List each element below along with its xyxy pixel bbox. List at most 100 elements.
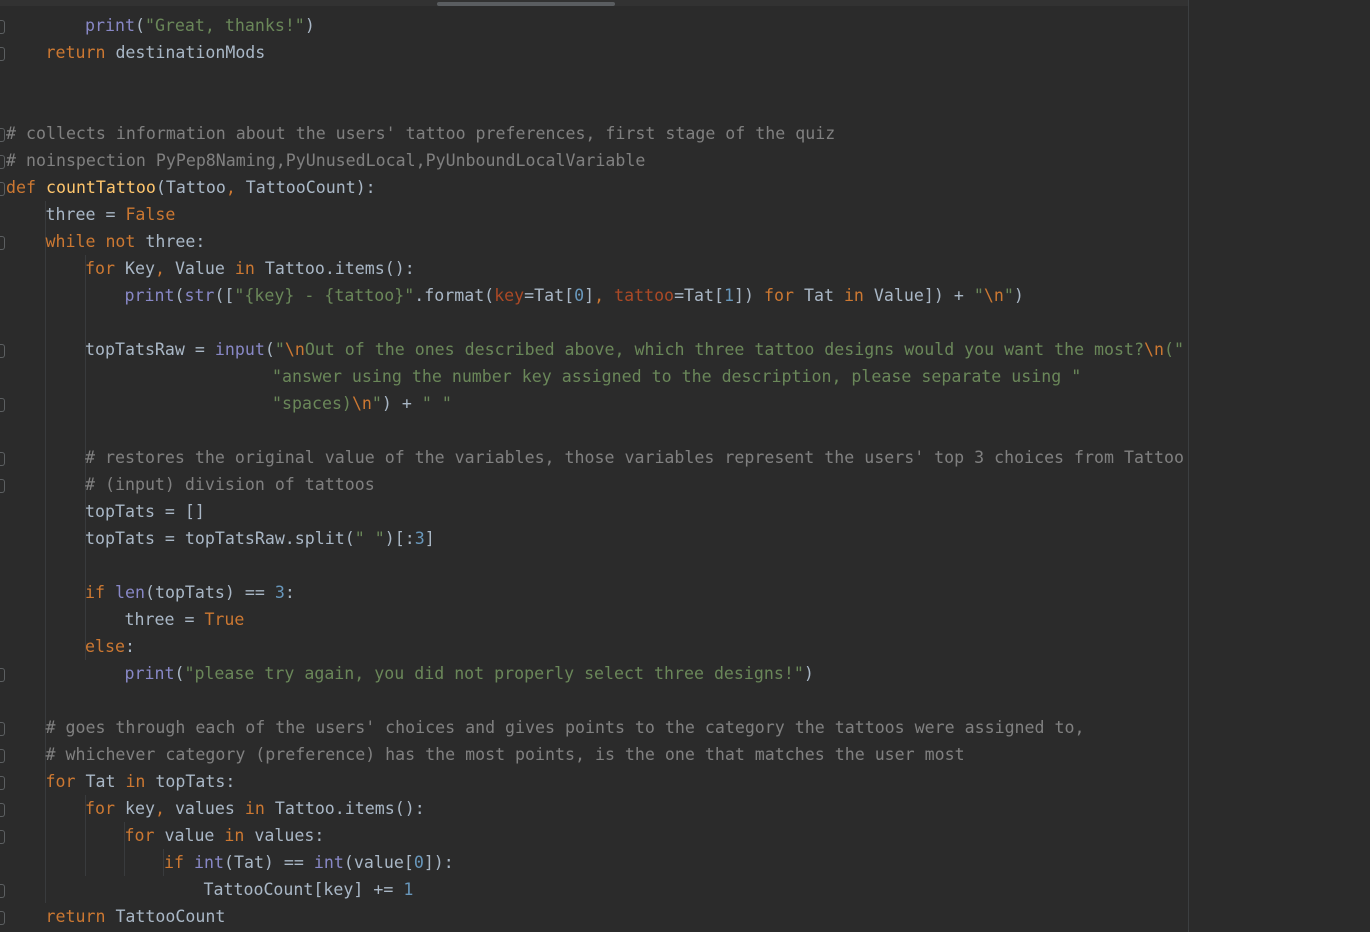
code-token: def (6, 178, 46, 197)
code-token: str (184, 286, 215, 305)
code-line[interactable]: # (input) division of tattoos (85, 471, 375, 498)
code-line[interactable]: "answer using the number key assigned to… (272, 363, 1081, 390)
code-token: topTats = [] (85, 502, 205, 521)
code-token: # goes through each of the users' choice… (45, 718, 1085, 737)
code-token: \n (983, 286, 1004, 305)
code-token: # (input) division of tattoos (85, 475, 375, 494)
fold-marker-icon[interactable] (0, 155, 5, 169)
code-token: three = (124, 610, 205, 629)
code-line[interactable]: for Key, Value in Tattoo.items(): (85, 255, 415, 282)
code-token: ) (803, 664, 814, 683)
code-token: Tat (85, 772, 126, 791)
horizontal-scrollbar-thumb[interactable] (437, 2, 615, 6)
fold-marker-icon[interactable] (0, 884, 5, 898)
code-line[interactable]: topTatsRaw = input("\nOut of the ones de… (85, 336, 1184, 363)
code-token: ] (584, 286, 595, 305)
fold-marker-icon[interactable] (0, 830, 5, 844)
code-token: False (125, 205, 176, 224)
code-line[interactable]: for key, values in Tattoo.items(): (85, 795, 425, 822)
code-token: print (124, 664, 175, 683)
fold-marker-icon[interactable] (0, 803, 5, 817)
fold-marker-icon[interactable] (0, 452, 5, 466)
code-line[interactable]: for value in values: (125, 822, 325, 849)
code-line[interactable]: if len(topTats) == 3: (85, 579, 295, 606)
code-line[interactable]: return TattooCount (46, 903, 226, 930)
code-line[interactable]: else: (85, 633, 135, 660)
code-token: ([ (214, 286, 235, 305)
fold-marker-icon[interactable] (0, 479, 5, 493)
code-editor[interactable]: print("Great, thanks!") return destinatio… (0, 0, 1370, 932)
fold-marker-icon[interactable] (0, 911, 5, 925)
code-line[interactable]: # noinspection PyPep8Naming,PyUnusedLoca… (6, 147, 645, 174)
code-line[interactable]: # whichever category (preference) has th… (46, 741, 965, 768)
code-token: three = (45, 205, 126, 224)
fold-marker-icon[interactable] (0, 47, 5, 61)
code-token: key (494, 286, 525, 305)
code-line[interactable]: def countTattoo(Tattoo, TattooCount): (6, 174, 376, 201)
editor-top-bar (0, 0, 1370, 6)
code-token: 1 (403, 880, 414, 899)
code-token: =Tat[ (674, 286, 725, 305)
code-token: )[: (384, 529, 415, 548)
code-token: for (764, 286, 804, 305)
code-token: ] (424, 529, 435, 548)
code-token: topTats: (155, 772, 236, 791)
fold-marker-icon[interactable] (0, 398, 5, 412)
code-token: if (85, 583, 115, 602)
code-token: " (274, 340, 285, 359)
code-token: Tat (803, 286, 844, 305)
code-token: input (214, 340, 265, 359)
code-line[interactable]: print("please try again, you did not pro… (125, 660, 814, 687)
code-line[interactable]: # restores the original value of the var… (85, 444, 1184, 471)
code-token: TattooCount (115, 907, 226, 926)
code-line[interactable]: TattooCount[key] += 1 (204, 876, 414, 903)
code-token: (Tattoo (155, 178, 226, 197)
code-token: Value (174, 259, 235, 278)
code-token: True (204, 610, 245, 629)
code-token: while not (45, 232, 146, 251)
fold-marker-icon[interactable] (0, 722, 5, 736)
fold-marker-icon[interactable] (0, 182, 5, 196)
code-token: ) + (381, 394, 422, 413)
fold-marker-icon[interactable] (0, 776, 5, 790)
fold-marker-icon[interactable] (0, 668, 5, 682)
code-token: in (125, 772, 156, 791)
code-token: key (124, 799, 155, 818)
code-token: \n (1144, 340, 1164, 359)
code-token: " " (354, 529, 385, 548)
code-token: Tattoo.items(): (274, 799, 425, 818)
fold-marker-icon[interactable] (0, 344, 5, 358)
code-token: Key (124, 259, 155, 278)
code-token: \n (284, 340, 305, 359)
fold-marker-icon[interactable] (0, 236, 5, 250)
code-line[interactable]: topTats = [] (85, 498, 205, 525)
fold-marker-icon[interactable] (0, 128, 5, 142)
code-line[interactable]: print("Great, thanks!") (85, 12, 315, 39)
code-token: topTats = topTatsRaw.split( (85, 529, 355, 548)
code-token: for (45, 772, 86, 791)
code-token: ( (264, 340, 275, 359)
code-token: return (45, 43, 116, 62)
code-token: return (45, 907, 116, 926)
code-line[interactable]: return destinationMods (46, 39, 266, 66)
code-token: # noinspection PyPep8Naming,PyUnusedLoca… (6, 151, 646, 170)
code-line[interactable]: topTats = topTatsRaw.split(" ")[:3] (85, 525, 435, 552)
code-line[interactable]: print(str(["{key} - {tattoo}".format(key… (125, 282, 1024, 309)
code-token: tattoo (614, 286, 675, 305)
code-token: "please try again, you did not properly … (184, 664, 804, 683)
code-token: TattooCount): (245, 178, 376, 197)
indent-guide (45, 201, 46, 903)
right-gutter (1189, 0, 1370, 932)
fold-marker-icon[interactable] (0, 20, 5, 34)
code-line[interactable]: if int(Tat) == int(value[0]): (164, 849, 454, 876)
code-line[interactable]: # collects information about the users' … (6, 120, 835, 147)
code-line[interactable]: three = True (125, 606, 245, 633)
code-line[interactable]: three = False (46, 201, 176, 228)
code-line[interactable]: "spaces)\n") + " " (272, 390, 452, 417)
fold-marker-icon[interactable] (0, 749, 5, 763)
code-line[interactable]: for Tat in topTats: (46, 768, 236, 795)
code-line[interactable]: while not three: (46, 228, 206, 255)
code-token: (Tat) == (223, 853, 314, 872)
code-line[interactable]: # goes through each of the users' choice… (46, 714, 1085, 741)
code-token: " (973, 286, 984, 305)
